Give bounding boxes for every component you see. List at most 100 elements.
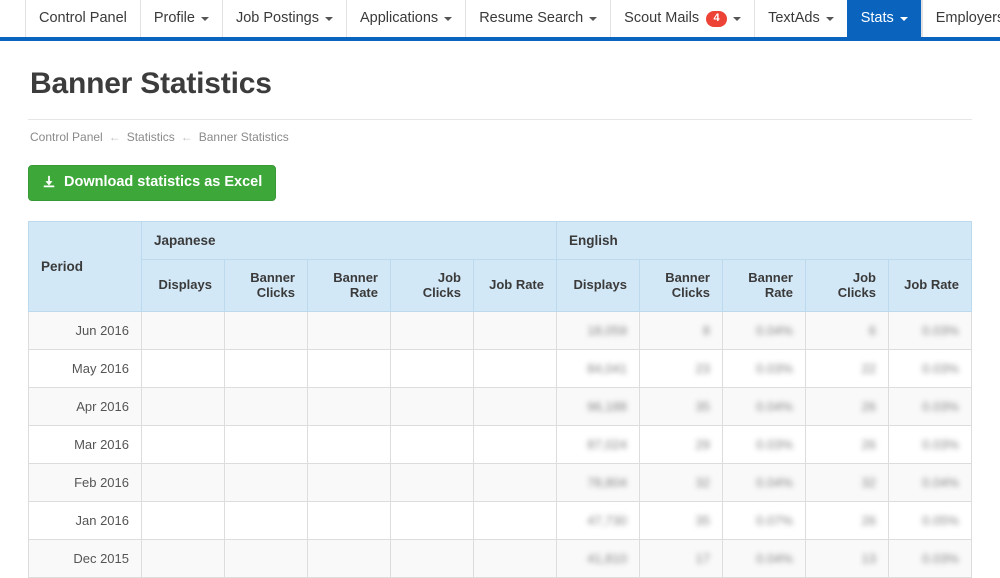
redacted-value: 6 (868, 322, 876, 338)
cell-japanese-displays (141, 348, 225, 388)
redacted-value: 35 (695, 398, 710, 414)
nav-item-scout-mails[interactable]: Scout Mails 4 (610, 0, 756, 37)
redacted-value: 22 (861, 360, 876, 376)
cell-japanese-job-clicks (390, 348, 474, 388)
redacted-value: 35 (695, 512, 710, 528)
cell-english-job-clicks: 26 (805, 500, 889, 540)
nav-item-control-panel[interactable]: Control Panel (25, 0, 141, 37)
cell-japanese-job-rate (473, 386, 557, 426)
redacted-value: 84,041 (587, 360, 627, 376)
table-row: May 2016 84,041 23 0.03% 22 0.03% (28, 348, 972, 388)
redacted-value: 26 (861, 512, 876, 528)
column-header-japanese-job-rate: Job Rate (473, 258, 557, 312)
cell-english-job-rate: 0.05% (888, 500, 972, 540)
nav-item-job-postings[interactable]: Job Postings (221, 0, 347, 37)
redacted-value: 0.03% (922, 436, 959, 452)
cell-japanese-job-rate (473, 538, 557, 578)
nav-item-label: TextAds (768, 10, 820, 27)
cell-english-banner-rate: 0.04% (722, 538, 806, 578)
column-header-english-job-rate: Job Rate (888, 258, 972, 312)
chevron-down-icon (733, 16, 742, 21)
cell-english-job-rate: 0.04% (888, 462, 972, 502)
redacted-value: 26 (861, 436, 876, 452)
breadcrumb-item-control-panel[interactable]: Control Panel (30, 130, 103, 144)
redacted-value: 29 (695, 436, 710, 452)
breadcrumb-item-statistics[interactable]: Statistics (127, 130, 175, 144)
period-link[interactable]: Apr 2016 (28, 386, 142, 426)
redacted-value: 0.03% (922, 398, 959, 414)
nav-item-label: Employers (935, 10, 1000, 27)
nav-item-profile[interactable]: Profile (139, 0, 223, 37)
redacted-value: 0.05% (922, 512, 959, 528)
cell-english-job-rate: 0.03% (888, 538, 972, 578)
cell-english-displays: 96,188 (556, 386, 640, 426)
period-link[interactable]: Feb 2016 (28, 462, 142, 502)
table-row: Apr 2016 96,188 35 0.04% 26 0.03% (28, 386, 972, 426)
redacted-value: 0.03% (756, 436, 793, 452)
cell-english-banner-rate: 0.04% (722, 310, 806, 350)
cell-english-banner-clicks: 35 (639, 386, 723, 426)
cell-japanese-job-clicks (390, 538, 474, 578)
redacted-value: 0.04% (756, 474, 793, 490)
cell-english-banner-clicks: 35 (639, 500, 723, 540)
nav-item-applications[interactable]: Applications (346, 0, 467, 37)
period-link[interactable]: May 2016 (28, 348, 142, 388)
nav-item-label: Applications (360, 10, 439, 27)
chevron-down-icon (899, 16, 908, 21)
cell-english-job-clicks: 26 (805, 386, 889, 426)
redacted-value: 78,804 (587, 474, 627, 490)
cell-english-banner-rate: 0.03% (722, 348, 806, 388)
table-row: Jan 2016 47,730 35 0.07% 26 0.05% (28, 500, 972, 540)
redacted-value: 8 (702, 322, 710, 338)
cell-english-displays: 87,024 (556, 424, 640, 464)
download-icon (42, 175, 56, 189)
cell-english-displays: 41,810 (556, 538, 640, 578)
period-link[interactable]: Mar 2016 (28, 424, 142, 464)
redacted-value: 18,059 (587, 322, 627, 338)
cell-english-banner-rate: 0.04% (722, 386, 806, 426)
redacted-value: 0.04% (922, 474, 959, 490)
download-statistics-button[interactable]: Download statistics as Excel (28, 165, 277, 201)
cell-english-displays: 84,041 (556, 348, 640, 388)
period-link[interactable]: Dec 2015 (28, 538, 142, 578)
redacted-value: 87,024 (587, 436, 627, 452)
redacted-value: 0.03% (922, 550, 959, 566)
nav-item-label: Profile (153, 10, 195, 27)
cell-japanese-job-clicks (390, 424, 474, 464)
nav-item-textads[interactable]: TextAds (754, 0, 848, 37)
cell-japanese-displays (141, 424, 225, 464)
redacted-value: 0.04% (756, 398, 793, 414)
cell-japanese-banner-clicks (224, 348, 308, 388)
breadcrumb: Control Panel ← Statistics ← Banner Statisti… (30, 130, 972, 144)
redacted-value: 13 (861, 550, 876, 566)
table-subheader-row: Displays Banner Clicks Banner Rate Job Clic… (29, 258, 972, 312)
cell-english-banner-clicks: 32 (639, 462, 723, 502)
cell-japanese-job-clicks (390, 386, 474, 426)
redacted-value: 23 (695, 360, 710, 376)
column-header-english-banner-clicks: Banner Clicks (639, 258, 723, 312)
nav-item-employers[interactable]: Employers (921, 0, 1000, 37)
chevron-down-icon (589, 16, 598, 21)
cell-japanese-job-rate (473, 462, 557, 502)
cell-english-banner-rate: 0.03% (722, 424, 806, 464)
period-link[interactable]: Jan 2016 (28, 500, 142, 540)
period-link[interactable]: Jun 2016 (28, 310, 142, 350)
redacted-value: 0.07% (756, 512, 793, 528)
chevron-down-icon (444, 16, 453, 21)
nav-item-stats[interactable]: Stats (846, 0, 922, 37)
cell-english-displays: 47,730 (556, 500, 640, 540)
cell-japanese-banner-clicks (224, 424, 308, 464)
cell-japanese-banner-rate (307, 462, 391, 502)
table-row: Jun 2016 18,059 8 0.04% 6 0.03% (28, 310, 972, 350)
cell-japanese-banner-clicks (224, 386, 308, 426)
redacted-value: 0.03% (922, 322, 959, 338)
cell-japanese-job-clicks (390, 310, 474, 350)
nav-item-label: Stats (860, 10, 894, 27)
table-row: Feb 2016 78,804 32 0.04% 32 0.04% (28, 462, 972, 502)
cell-japanese-banner-clicks (224, 310, 308, 350)
column-header-japanese-job-clicks: Job Clicks (390, 258, 474, 312)
nav-item-resume-search[interactable]: Resume Search (465, 0, 612, 37)
main-navigation: Control Panel Profile Job Postings Applicat… (0, 0, 1000, 41)
cell-japanese-displays (141, 310, 225, 350)
redacted-value: 26 (861, 398, 876, 414)
